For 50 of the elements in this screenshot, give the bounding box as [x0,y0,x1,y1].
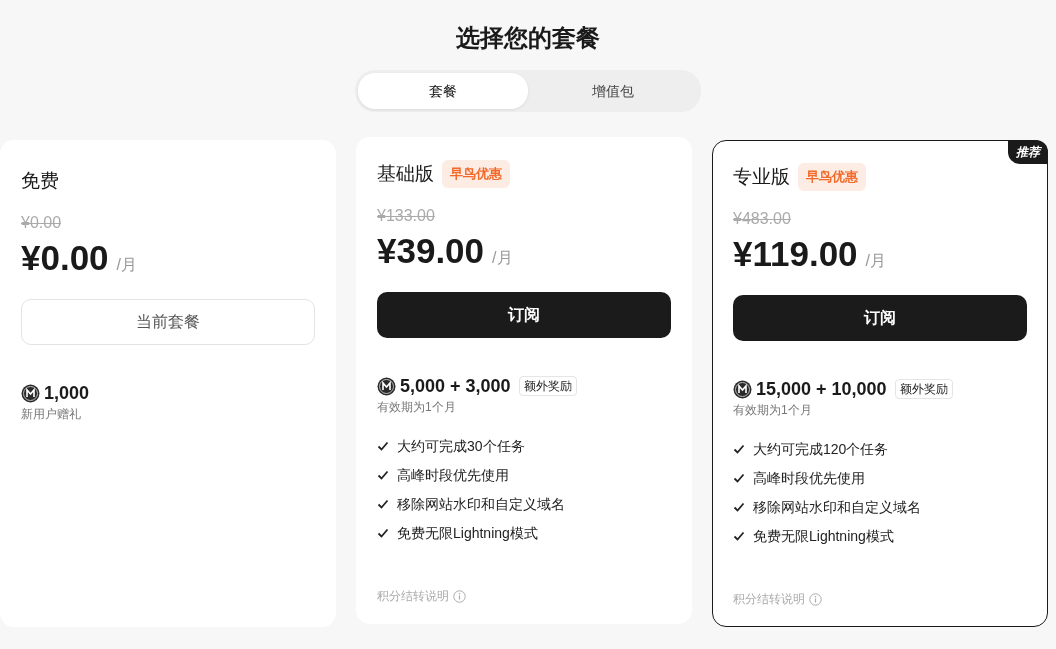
price: ¥119.00 [733,233,858,275]
info-icon [453,589,466,603]
original-price: ¥0.00 [21,213,62,233]
price-period: /月 [492,248,513,268]
feature-text: 免费无限Lightning模式 [753,527,894,546]
check-icon [733,473,745,483]
price: ¥0.00 [21,237,109,279]
bonus-tag: 额外奖励 [518,376,577,396]
price: ¥39.00 [377,230,485,272]
discount-tag: 早鸟优惠 [442,160,510,188]
check-icon [733,444,745,454]
credit-note: 有效期为1个月 [733,402,813,419]
feature-text: 高峰时段优先使用 [397,466,509,485]
feature-text: 大约可完成120个任务 [753,440,889,459]
check-icon [377,441,389,451]
coin-icon [377,376,396,396]
original-price: ¥133.00 [377,206,435,226]
credit-amount: 1,000 [44,382,90,405]
coin-icon [733,379,752,399]
check-icon [733,531,745,541]
check-icon [377,528,389,538]
discount-tag: 早鸟优惠 [798,163,866,191]
credit-amount: 5,000 + 3,000 [400,375,511,398]
credit-note: 新用户赠礼 [21,406,82,423]
check-icon [377,470,389,480]
recommended-ribbon: 推荐 [1008,140,1048,164]
feature-text: 免费无限Lightning模式 [397,524,538,543]
check-icon [377,499,389,509]
tab[interactable]: 套餐 [358,73,528,109]
price-period: /月 [116,255,138,275]
page-title: 选择您的套餐 [455,23,601,53]
feature-text: 移除网站水印和自定义域名 [397,495,565,514]
check-icon [733,502,745,512]
info-icon [809,592,822,606]
plan-name: 专业版 [733,165,790,189]
feature-text: 移除网站水印和自定义域名 [753,498,921,517]
subscribe-button[interactable]: 订阅 [733,295,1027,341]
tab[interactable]: 增值包 [528,73,698,109]
credit-amount: 15,000 + 10,000 [756,378,887,401]
current-plan-button[interactable]: 当前套餐 [21,299,315,345]
coin-icon [21,383,40,403]
plan-name: 免费 [21,169,59,193]
feature-text: 高峰时段优先使用 [753,469,865,488]
subscribe-button[interactable]: 订阅 [377,292,671,338]
feature-text: 大约可完成30个任务 [397,437,525,456]
original-price: ¥483.00 [733,209,791,229]
price-period: /月 [865,251,887,271]
plan-name: 基础版 [377,162,434,186]
bonus-tag: 额外奖励 [894,379,953,399]
credit-note: 有效期为1个月 [377,399,457,416]
